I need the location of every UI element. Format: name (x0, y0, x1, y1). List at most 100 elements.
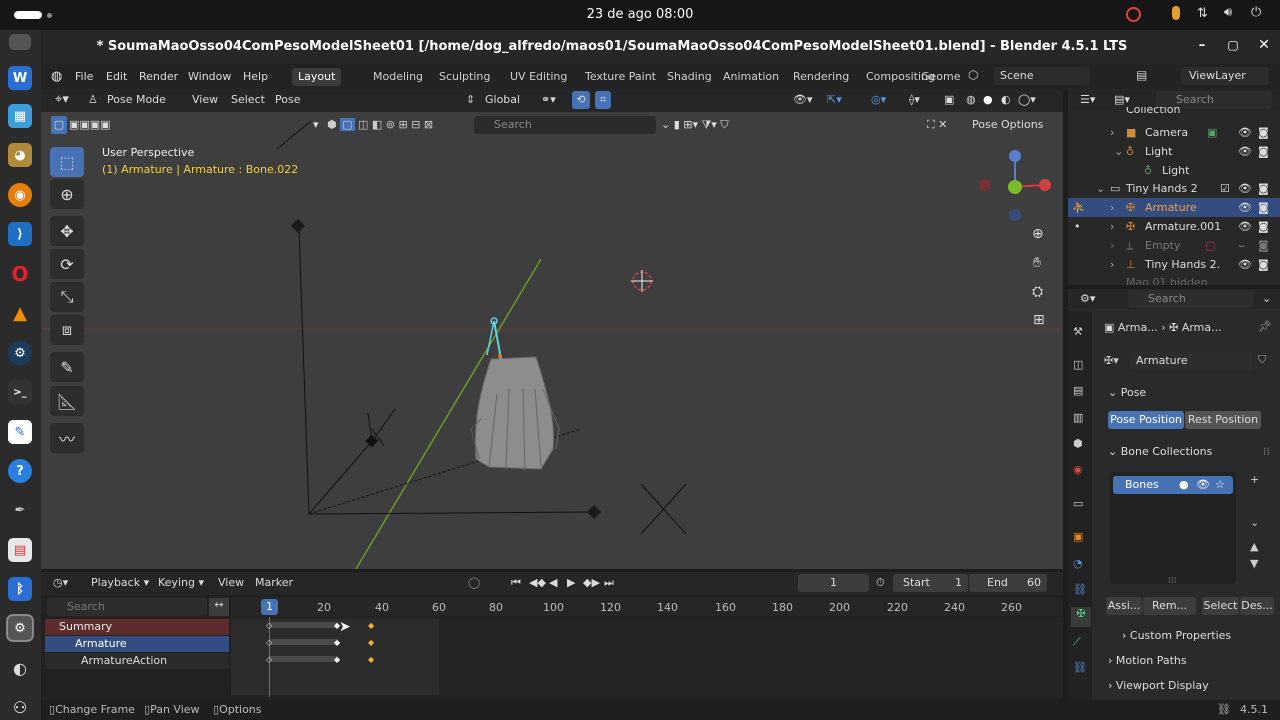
playback-menu[interactable]: Playback ▾ (91, 574, 149, 592)
keyframe[interactable]: ◆ (334, 638, 340, 647)
keyframe[interactable]: ◆ (368, 638, 374, 647)
deselect-button[interactable]: Des... (1240, 597, 1274, 615)
rendered-shading-icon[interactable]: ◯▾ (1018, 91, 1036, 109)
workspace-tab-sculpting[interactable]: Sculpting (433, 68, 496, 86)
keyframe[interactable]: ◇ (266, 638, 272, 647)
move-down-icon[interactable]: ▼ (1250, 557, 1258, 570)
datablock-type-icon[interactable]: ✠▾ (1104, 354, 1119, 367)
xray-toggle-icon[interactable]: ▣ (944, 91, 954, 109)
render-camera-icon[interactable]: ◙ (1258, 201, 1269, 214)
zoom-icon[interactable]: ⊕ (1032, 226, 1044, 242)
visibility-eye-icon[interactable]: 👁︎ (1238, 201, 1252, 214)
menu-help[interactable]: Help (243, 70, 268, 83)
material-shading-icon[interactable]: ◐ (1001, 91, 1011, 109)
outliner-row-light-data[interactable]: ♁ Light (1068, 161, 1280, 180)
volume-icon[interactable]: 🔊︎ (1224, 5, 1232, 20)
channel-search-input[interactable]: Search (47, 598, 207, 616)
scene-selector[interactable]: Scene (994, 67, 1090, 85)
gizmo-toggle-icon[interactable]: ⇱▾ (827, 91, 842, 109)
bone-collection-bones[interactable]: Bones ● 👁︎ ☆ (1113, 476, 1233, 494)
menu-file[interactable]: File (75, 70, 93, 83)
menu-render[interactable]: Render (139, 70, 178, 83)
armature-name-field[interactable]: Armature (1130, 352, 1252, 370)
outliner-row-tiny-hands-2b[interactable]: › ⊥ Tiny Hands 2. 👁︎ ◙ (1068, 255, 1280, 274)
keyframe[interactable]: ◆ (368, 621, 374, 630)
wireframe-shading-icon[interactable]: ◍ (966, 91, 976, 109)
outliner-row-camera[interactable]: › ■ Camera ▣ 👁︎ ◙ (1068, 123, 1280, 142)
outliner-row-tiny-hands-2[interactable]: ⌄ ▭ Tiny Hands 2 ☑ 👁︎ ◙ (1068, 179, 1280, 198)
text-editor-app-icon[interactable]: ✎ (8, 420, 32, 444)
world-tab-icon[interactable]: ◉ (1073, 463, 1083, 476)
playhead-frame-box[interactable]: 1 (261, 599, 278, 615)
filter-icons[interactable]: ⌄ ▮ ⊞▾ ⧩▾ ⛉ (661, 116, 729, 134)
cursor-tool-button[interactable]: ⊕ (50, 179, 84, 209)
play-reverse-icon[interactable]: ◀ (549, 574, 557, 592)
pin-icon[interactable]: 📌︎ (1258, 320, 1272, 333)
prev-keyframe-icon[interactable]: ◀◆ (529, 574, 546, 592)
select-extend-icon[interactable]: ▣▣▣▣ (69, 116, 111, 134)
motion-paths-header[interactable]: › Motion Paths (1108, 654, 1187, 667)
writer-app-icon[interactable]: W (8, 66, 32, 90)
rest-position-button[interactable]: Rest Position (1185, 411, 1261, 429)
assign-button[interactable]: Assi... (1106, 597, 1142, 615)
properties-search-input[interactable]: Search (1128, 290, 1254, 308)
orientation-selector[interactable]: Global (485, 91, 520, 109)
workspace-tab-animation[interactable]: Animation (717, 68, 785, 86)
view-layer-icon[interactable]: ▤ (1136, 68, 1147, 82)
outliner-row-collection[interactable]: Collection (1068, 107, 1280, 117)
next-keyframe-icon[interactable]: ◆▶ (583, 574, 600, 592)
bone-collections-header[interactable]: ⌄ Bone Collections (1108, 445, 1212, 458)
transform-affect-icon[interactable]: ⛶ ✕ (927, 116, 947, 134)
ortho-grid-icon[interactable]: ⊞ (1033, 312, 1045, 328)
visibility-eye-icon[interactable]: 👁︎ (1238, 145, 1252, 158)
solo-dot-icon[interactable]: ● (1179, 476, 1189, 494)
gimp-app-icon[interactable]: ◕ (8, 143, 32, 167)
blender-logo-icon[interactable]: ◍ (51, 69, 62, 84)
keyframe-area[interactable]: ◇ ◆ ◆ ◇ ◆ ◆ ◇ ◆ ◆ ➤ (231, 617, 1063, 697)
fake-user-icon[interactable]: ⛉ (1258, 353, 1266, 367)
visibility-eye-icon[interactable]: 👁︎ (1238, 258, 1252, 271)
camera-view-icon[interactable]: ⛭ (1032, 284, 1043, 300)
current-frame-field[interactable]: 1 (798, 574, 869, 592)
bluetooth-app-icon[interactable]: ᛒ (8, 577, 32, 601)
frame-end-field[interactable]: End 60 (969, 574, 1047, 592)
star-icon[interactable]: ☆ (1215, 476, 1225, 494)
workspace-tab-uv-editing[interactable]: UV Editing (504, 68, 573, 86)
tool-search-input[interactable]: Search (474, 116, 656, 134)
pose-position-button[interactable]: Pose Position (1108, 411, 1184, 429)
outliner-row-armature-001[interactable]: • › ✠ Armature.001 👁︎ ◙ (1068, 217, 1280, 236)
pose-options-menu[interactable]: Pose Options (972, 116, 1043, 134)
menu-window[interactable]: Window (188, 70, 231, 83)
menu-edit[interactable]: Edit (106, 70, 127, 83)
marker-menu[interactable]: Marker (255, 574, 293, 592)
add-collection-icon[interactable]: + (1250, 473, 1259, 486)
transform-tool-button[interactable]: ⧈ (50, 315, 84, 345)
timeline-editor-type-icon[interactable]: ◷▾ (53, 574, 68, 592)
mode-selector[interactable]: Pose Mode (107, 91, 166, 109)
activities-indicator[interactable] (14, 11, 42, 19)
visibility-eye-icon[interactable]: 👁︎ (1238, 126, 1252, 139)
object-mode-filter-icons[interactable]: ⬢ ▢ ◫ ◧ ⊚ ⊞ ⊟ ⊠ (327, 116, 433, 134)
scene-tab-icon[interactable]: ⬢ (1073, 437, 1083, 450)
visibility-icon[interactable]: 👁︎▾ (793, 91, 813, 109)
scene-icon[interactable]: ⬡ (968, 68, 978, 82)
microphone-icon[interactable] (1172, 6, 1180, 20)
auto-keying-icon[interactable]: ◯ (468, 574, 480, 592)
close-button[interactable]: ✕ (1255, 37, 1273, 55)
keyframe[interactable]: ◆ (368, 655, 374, 664)
bone-constraint-tab-icon[interactable]: ⛓ (1073, 661, 1087, 674)
collection-tab-icon[interactable]: ▭ (1073, 497, 1083, 510)
render-tab-icon[interactable]: ◫ (1073, 358, 1083, 371)
render-camera-icon[interactable]: ◙ (1258, 126, 1269, 139)
outliner-row-hidden[interactable]: Mao 01 hidden (1068, 275, 1280, 285)
render-camera-icon[interactable]: ◙ (1258, 258, 1269, 271)
collapse-arrow-icon[interactable]: ▾ (313, 116, 319, 134)
vscode-app-icon[interactable]: ⟩ (8, 222, 32, 246)
xray-icon[interactable]: ⟠▾ (909, 91, 920, 109)
frame-start-field[interactable]: Start 1 (893, 574, 968, 592)
output-tab-icon[interactable]: ▤ (1073, 384, 1083, 397)
document-app-icon[interactable]: ▤ (8, 538, 32, 562)
move-up-icon[interactable]: ▲ (1250, 540, 1258, 553)
pose-menu[interactable]: Pose (275, 91, 300, 109)
physics-tab-icon[interactable]: ◔ (1073, 557, 1083, 570)
